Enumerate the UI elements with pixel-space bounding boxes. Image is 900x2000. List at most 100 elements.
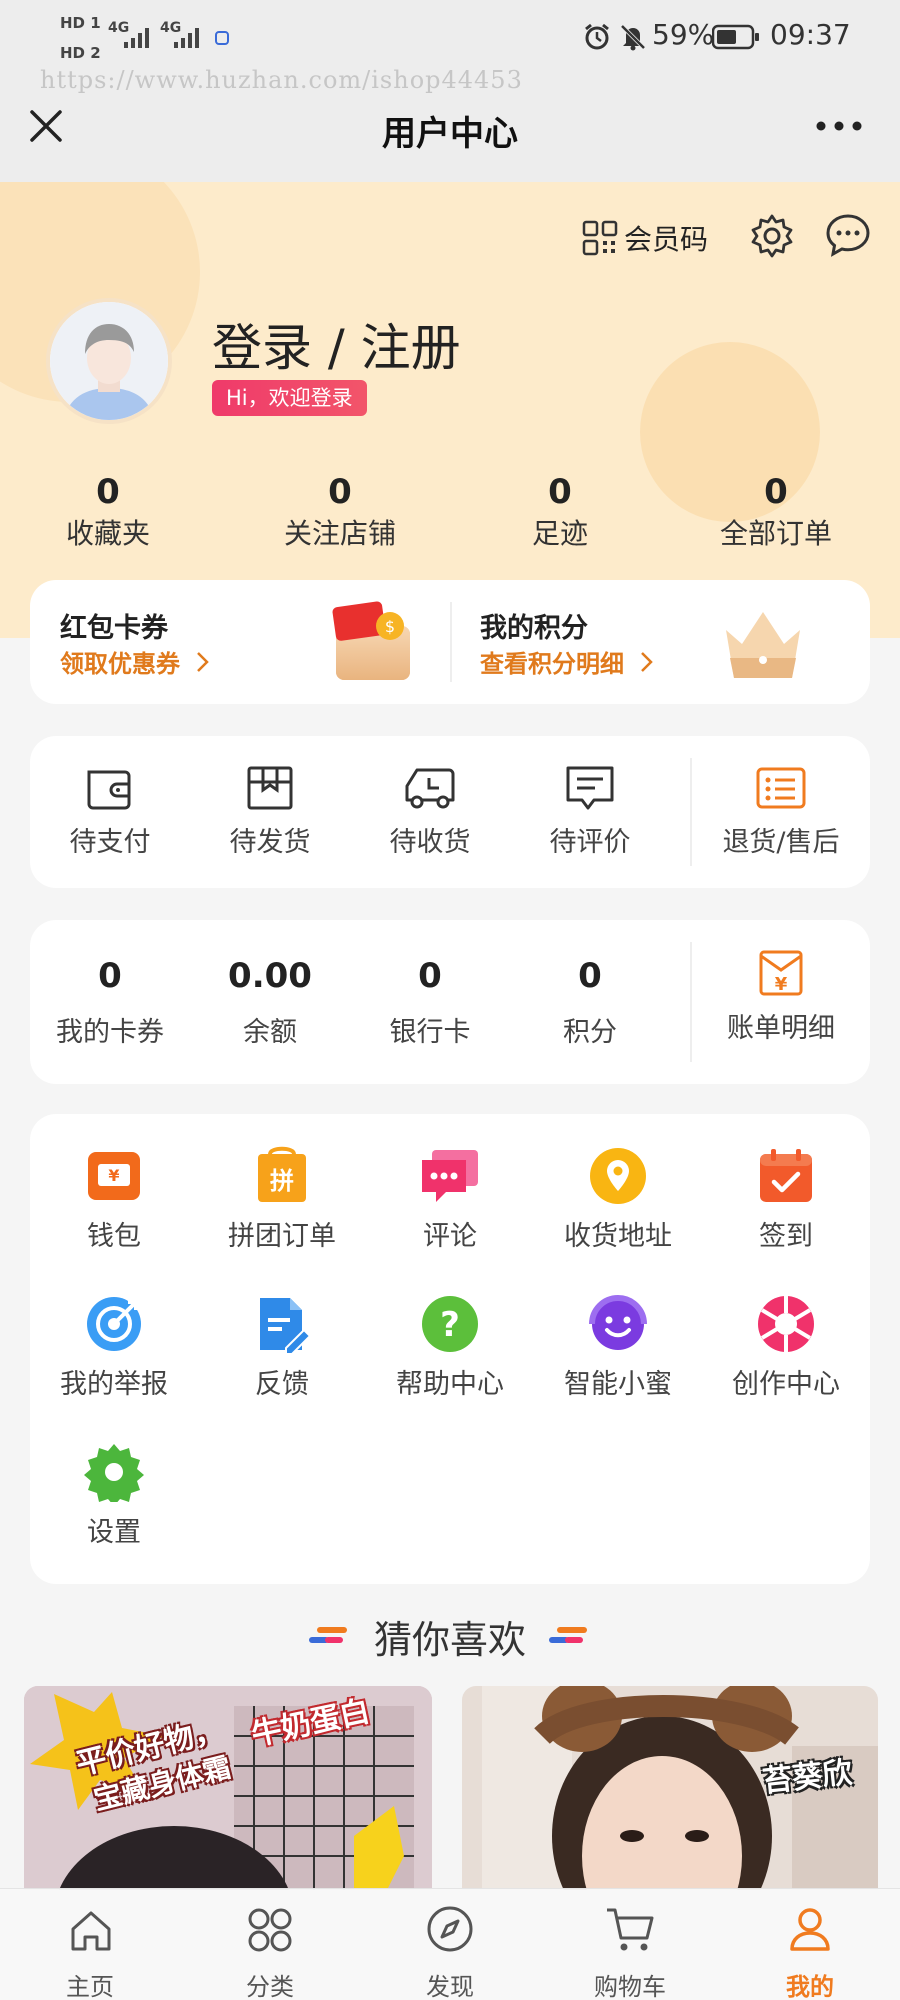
services-card: ¥ 钱包 拼 拼团订单 评论 收货地址 签到 我的举报 反馈 ? 帮助中心 智能… (30, 1114, 870, 1584)
recommend-header: 猜你喜欢 (0, 1604, 900, 1668)
svg-text:¥: ¥ (775, 974, 788, 995)
service-address[interactable]: 收货地址 (534, 1146, 702, 1253)
tab-cart[interactable]: 购物车 (540, 1889, 720, 2000)
service-comments[interactable]: 评论 (366, 1146, 534, 1253)
stat-value: 0 (764, 472, 788, 512)
order-pending-receipt[interactable]: 待收货 (350, 764, 510, 859)
stat-favorites[interactable]: 0 收藏夹 (38, 472, 178, 552)
service-group-orders[interactable]: 拼 拼团订单 (198, 1146, 366, 1253)
bill-label: 账单明细 (727, 1013, 835, 1044)
more-icon[interactable] (814, 114, 864, 138)
service-check-in[interactable]: 签到 (702, 1146, 870, 1253)
service-report[interactable]: 我的举报 (30, 1294, 198, 1401)
tab-label: 分类 (246, 1973, 294, 2000)
order-label: 待评价 (549, 827, 631, 858)
bill-details[interactable]: ¥ 账单明细 (692, 948, 870, 1045)
tab-mine[interactable]: 我的 (720, 1889, 900, 2000)
assets-card: 0 我的卡券 0.00 余额 0 银行卡 0 积分 ¥ 账单明细 (30, 920, 870, 1084)
coupon-entry[interactable]: 红包卡券 领取优惠券 $ (30, 580, 450, 704)
stat-label: 收藏夹 (65, 517, 150, 550)
svg-text:拼: 拼 (270, 1167, 294, 1195)
order-label: 待支付 (69, 827, 151, 858)
wallet-ticket-icon: ¥ (88, 1152, 140, 1200)
page-title: 用户中心 (382, 114, 518, 154)
points-link[interactable]: 查看积分明细 (480, 644, 658, 679)
asset-bank-card[interactable]: 0 银行卡 (350, 956, 510, 1049)
help-icon: ? (422, 1296, 478, 1352)
chevron-right-icon (197, 651, 209, 672)
service-label: 收货地址 (564, 1221, 672, 1252)
gear-icon (84, 1444, 144, 1502)
coupon-points-card: 红包卡券 领取优惠券 $ 我的积分 查看积分明细 (30, 580, 870, 704)
list-icon (756, 767, 806, 809)
product-card-1[interactable]: 平价好物， 宝藏身体霜 牛奶蛋白 (24, 1686, 432, 1890)
service-label: 我的举报 (60, 1369, 168, 1400)
asset-value: 0.00 (228, 956, 312, 996)
cart-icon (607, 1908, 654, 1951)
target-icon (87, 1297, 141, 1351)
asset-points[interactable]: 0 积分 (510, 956, 670, 1049)
tab-label: 购物车 (594, 1973, 666, 2000)
service-label: 智能小蜜 (564, 1369, 672, 1400)
service-label: 反馈 (255, 1369, 309, 1400)
order-pending-review[interactable]: 待评价 (510, 764, 670, 859)
asset-balance[interactable]: 0.00 余额 (190, 956, 350, 1049)
product-card-2[interactable]: 苔葵欣 (462, 1686, 878, 1890)
yen-envelope-icon: ¥ (759, 950, 803, 996)
asset-label: 余额 (243, 1017, 297, 1048)
member-code-label: 会员码 (624, 223, 709, 256)
tab-label: 我的 (786, 1973, 834, 2000)
truck-icon (405, 768, 455, 809)
order-pending-shipment[interactable]: 待发货 (190, 764, 350, 859)
tab-discover[interactable]: 发现 (360, 1889, 540, 2000)
stat-followed-shops[interactable]: 0 关注店铺 (270, 472, 410, 552)
chat-bubble-icon (422, 1150, 478, 1202)
stats-row: 0 收藏夹 0 关注店铺 0 足迹 0 全部订单 (0, 472, 900, 572)
service-settings[interactable]: 设置 (30, 1442, 198, 1549)
after-sale-label: 退货/售后 (722, 827, 840, 858)
order-label: 待发货 (229, 827, 311, 858)
stat-value: 0 (96, 472, 120, 512)
location-icon (590, 1148, 646, 1204)
service-creation-center[interactable]: 创作中心 (702, 1294, 870, 1401)
stat-label: 关注店铺 (283, 517, 396, 550)
settings-gear-icon[interactable] (748, 212, 796, 260)
asset-coupons[interactable]: 0 我的卡券 (30, 956, 190, 1049)
avatar[interactable] (46, 298, 172, 424)
coupon-link[interactable]: 领取优惠券 (60, 644, 214, 679)
service-wallet[interactable]: ¥ 钱包 (30, 1146, 198, 1253)
order-label: 待收货 (389, 827, 471, 858)
service-label: 钱包 (87, 1221, 141, 1252)
wallet-icon (87, 770, 131, 810)
svg-text:¥: ¥ (108, 1166, 119, 1185)
stat-all-orders[interactable]: 0 全部订单 (706, 472, 846, 552)
service-help[interactable]: ? 帮助中心 (366, 1294, 534, 1401)
login-register-link[interactable]: 登录 / 注册 (212, 308, 461, 380)
tab-category[interactable]: 分类 (180, 1889, 360, 2000)
service-feedback[interactable]: 反馈 (198, 1294, 366, 1401)
order-after-sale[interactable]: 退货/售后 (692, 764, 870, 859)
stat-value: 0 (548, 472, 572, 512)
tab-home[interactable]: 主页 (0, 1889, 180, 2000)
order-pending-payment[interactable]: 待支付 (30, 764, 190, 859)
clock: 09:37 (770, 18, 851, 51)
points-entry[interactable]: 我的积分 查看积分明细 (452, 580, 870, 704)
compass-icon (427, 1906, 473, 1952)
stat-value: 0 (328, 472, 352, 512)
user-icon (790, 1908, 830, 1951)
service-label: 设置 (87, 1517, 141, 1548)
member-code-button[interactable]: 会员码 (582, 216, 708, 260)
asset-label: 我的卡券 (56, 1017, 164, 1048)
title-decoration-left (308, 1627, 347, 1643)
stat-footprints[interactable]: 0 足迹 (490, 472, 630, 552)
svg-text:$: $ (385, 617, 395, 636)
svg-text:?: ? (440, 1305, 460, 1345)
message-icon[interactable] (824, 212, 872, 260)
profile-header: 会员码 登录 / 注册 Hi，欢迎登录 0 收藏夹 0 关注店铺 0 足迹 0 … (0, 182, 900, 638)
service-label: 评论 (423, 1221, 477, 1252)
hd1-indicator: HD 1 (60, 14, 101, 32)
crown-icon (726, 612, 800, 678)
default-avatar-icon (50, 302, 168, 420)
notification-icon (215, 31, 229, 45)
service-assistant[interactable]: 智能小蜜 (534, 1294, 702, 1401)
